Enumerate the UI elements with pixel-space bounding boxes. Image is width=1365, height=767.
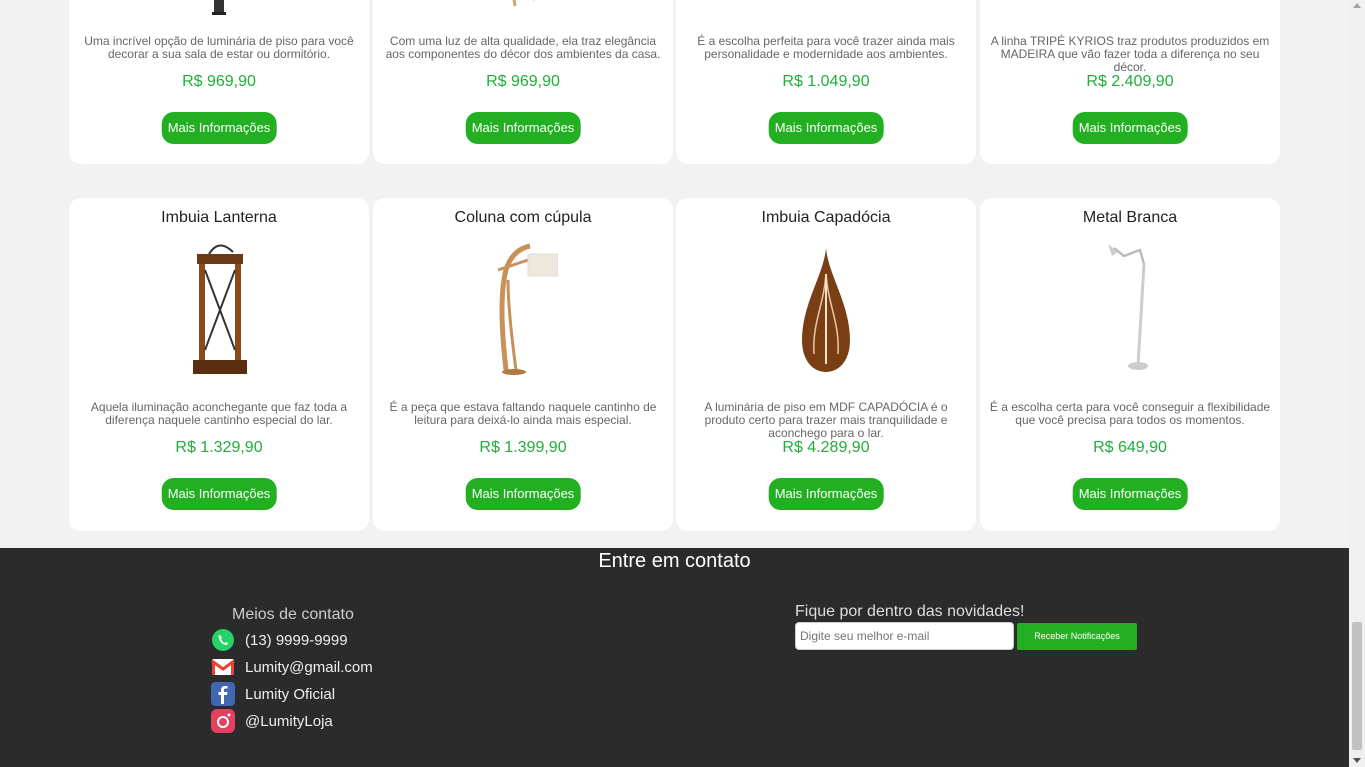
contact-text: Lumity@gmail.com bbox=[245, 659, 373, 676]
scroll-up-icon[interactable] bbox=[1353, 3, 1361, 8]
product-price: R$ 1.399,90 bbox=[479, 439, 567, 456]
more-info-button[interactable]: Mais Informações bbox=[465, 112, 581, 144]
more-info-button[interactable]: Mais Informações bbox=[1072, 112, 1188, 144]
footer-heading: Entre em contato bbox=[598, 550, 751, 572]
product-title: Coluna com cúpula bbox=[454, 209, 592, 226]
product-card: Uma incrível opção de luminária de piso … bbox=[69, 0, 369, 164]
product-card: Imbuia Lanterna Aquela iluminação aconch… bbox=[69, 198, 369, 531]
product-price: R$ 969,90 bbox=[486, 73, 560, 90]
instagram-icon bbox=[211, 709, 235, 733]
page: Uma incrível opção de luminária de piso … bbox=[0, 0, 1349, 767]
more-info-button[interactable]: Mais Informações bbox=[1072, 478, 1188, 510]
gmail-icon bbox=[211, 659, 235, 675]
product-card: A linha TRIPÉ KYRIOS traz produtos produ… bbox=[980, 0, 1280, 164]
contact-text: (13) 9999-9999 bbox=[245, 632, 348, 649]
product-description: É a escolha perfeita para você trazer ai… bbox=[697, 34, 955, 61]
product-card: É a escolha perfeita para você trazer ai… bbox=[676, 0, 976, 164]
lantern-lamp-image bbox=[193, 244, 247, 374]
more-info-button[interactable]: Mais Informações bbox=[161, 112, 277, 144]
vertical-scrollbar[interactable] bbox=[1349, 0, 1365, 767]
product-title: Metal Branca bbox=[1082, 209, 1178, 226]
contact-text: Lumity Oficial bbox=[245, 686, 336, 703]
product-title: Imbuia Lanterna bbox=[161, 209, 277, 226]
whatsapp-icon bbox=[212, 629, 234, 651]
more-info-button[interactable]: Mais Informações bbox=[465, 478, 581, 510]
product-image bbox=[212, 0, 226, 15]
teardrop-lamp-image bbox=[802, 248, 850, 372]
product-card: Com uma luz de alta qualidade, ela traz … bbox=[373, 0, 673, 164]
product-description: É a peça que estava faltando naquele can… bbox=[389, 400, 657, 427]
product-description: É a escolha certa para você conseguir a … bbox=[989, 400, 1271, 427]
product-price: R$ 1.329,90 bbox=[175, 439, 263, 456]
product-price: R$ 649,90 bbox=[1093, 439, 1167, 456]
contact-text: @LumityLoja bbox=[245, 713, 333, 730]
more-info-button[interactable]: Mais Informações bbox=[768, 112, 884, 144]
more-info-button[interactable]: Mais Informações bbox=[768, 478, 884, 510]
product-price: R$ 969,90 bbox=[182, 73, 256, 90]
arched-floor-lamp-image bbox=[497, 243, 558, 375]
product-price: R$ 1.049,90 bbox=[782, 73, 870, 90]
newsletter-title: Fique por dentro das novidades! bbox=[795, 603, 1025, 620]
scroll-down-icon[interactable] bbox=[1353, 758, 1361, 763]
contact-footer: Entre em contato Meios de contato (13) 9… bbox=[0, 548, 1349, 767]
product-image bbox=[512, 0, 535, 7]
product-card: Coluna com cúpula É a peça que estava fa… bbox=[373, 198, 673, 531]
product-description: A luminária de piso em MDF CAPADÓCIA é o… bbox=[704, 400, 948, 440]
product-title: Imbuia Capadócia bbox=[761, 209, 891, 226]
email-field[interactable] bbox=[795, 622, 1014, 650]
product-card: Metal Branca É a escolha certa para você… bbox=[980, 198, 1280, 531]
facebook-icon bbox=[211, 682, 235, 706]
product-card: Imbuia Capadócia A luminária de piso em … bbox=[676, 198, 976, 531]
product-description: Com uma luz de alta qualidade, ela traz … bbox=[385, 34, 661, 61]
contact-title: Meios de contato bbox=[232, 606, 354, 623]
product-description: Aquela iluminação aconchegante que faz t… bbox=[90, 400, 348, 427]
product-price: R$ 2.409,90 bbox=[1086, 73, 1174, 90]
product-price: R$ 4.289,90 bbox=[782, 439, 870, 456]
scrollbar-thumb[interactable] bbox=[1352, 622, 1362, 750]
more-info-button[interactable]: Mais Informações bbox=[161, 478, 277, 510]
notify-button[interactable]: Receber Notificações bbox=[1017, 623, 1137, 650]
white-metal-lamp-image bbox=[1108, 244, 1148, 370]
product-description: A linha TRIPÉ KYRIOS traz produtos produ… bbox=[990, 34, 1270, 74]
product-description: Uma incrível opção de luminária de piso … bbox=[84, 34, 354, 61]
